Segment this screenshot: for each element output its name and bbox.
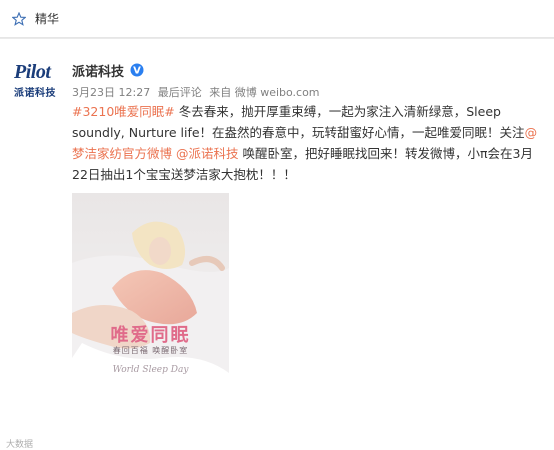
promo-title: 唯爱同眠 [110,325,191,346]
post-body: #3210唯爱同眠# 冬去春来，抛开厚重束缚，一起为家注入清新绿意，Sleep … [72,101,542,185]
header-title: 精华 [35,12,60,26]
verified-icon: V [130,63,144,77]
star-icon[interactable] [12,11,26,26]
svg-text:V: V [133,66,141,77]
promo-subtitle: 春回百福 唤醒卧室 [112,346,189,355]
post-source[interactable]: 来自 微博 weibo.com [209,86,319,99]
logo-subtitle: 派诺科技 [14,88,56,99]
weibo-post-card: Pilot 派诺科技 派诺科技 V 3月23日 12:27 最后评论 来自 微博… [0,38,554,450]
post-edited: 最后评论 [157,86,202,99]
author-avatar[interactable]: Pilot 派诺科技 [14,61,66,109]
promo-script-text: World Sleep Day [112,365,189,375]
author-row: 派诺科技 V [72,61,144,80]
author-name[interactable]: 派诺科技 [72,61,124,80]
hashtag-link[interactable]: #3210唯爱同眠# [72,104,175,119]
watermark: 大数据 [6,440,34,450]
post-image[interactable]: 唯爱同眠 春回百福 唤醒卧室 World Sleep Day [72,193,229,403]
mention-pilot[interactable]: @派诺科技 [176,146,239,161]
header-bar: 精华 [0,0,554,38]
post-meta: 3月23日 12:27 最后评论 来自 微博 weibo.com [72,84,320,100]
logo-wordmark: Pilot [14,61,51,83]
post-date[interactable]: 3月23日 12:27 [72,86,150,99]
